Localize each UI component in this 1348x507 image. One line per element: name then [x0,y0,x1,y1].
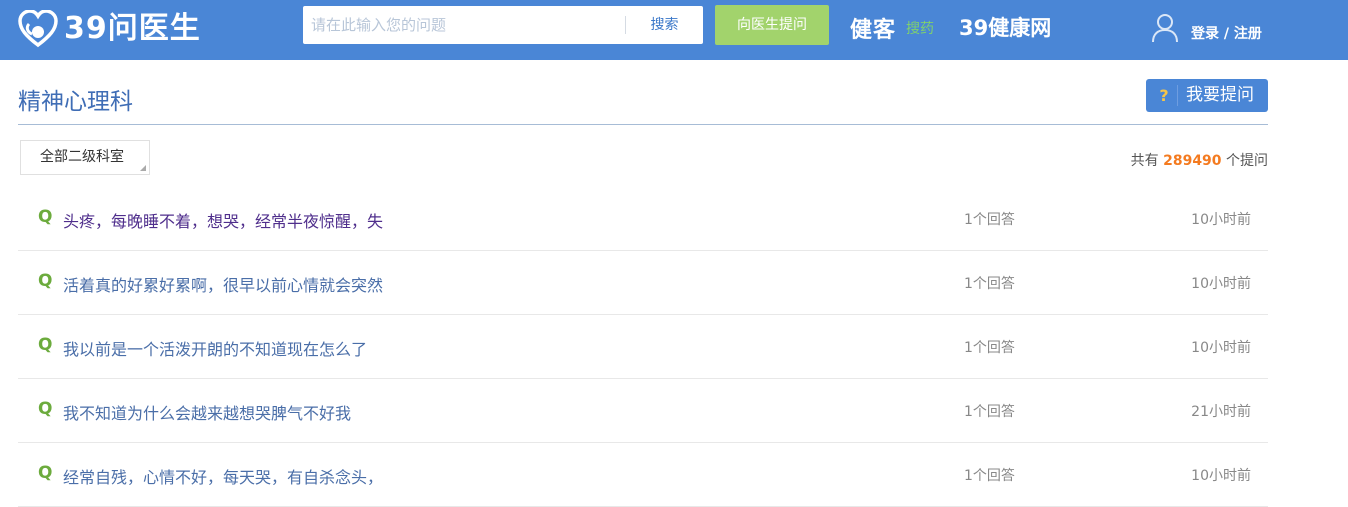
ask-question-button[interactable]: ? 我要提问 [1146,79,1268,112]
dropdown-corner-icon [140,165,146,171]
search-input[interactable] [303,6,625,44]
q-icon: Q [38,271,53,291]
answer-count: 1个回答 [964,212,1015,228]
page-title: 精神心理科 [18,89,133,115]
answer-count: 1个回答 [964,404,1015,420]
login-register-link[interactable]: 登录 / 注册 [1191,23,1262,43]
question-link[interactable]: 我以前是一个活泼开朗的不知道现在怎么了 [63,336,367,360]
question-row: Q 活着真的好累好累啊，很早以前心情就会突然 1个回答 10小时前 [18,251,1268,315]
ask-question-label: 我要提问 [1186,85,1254,105]
ask-doctor-button[interactable]: 向医生提问 [715,5,829,45]
q-icon: Q [38,207,53,227]
top-nav-bar: 39问医生 搜索 向医生提问 健客 搜药 39健康网 登录 / 注册 [0,0,1348,60]
question-link[interactable]: 头疼，每晚睡不着，想哭，经常半夜惊醒，失 [63,208,383,232]
title-divider [18,124,1268,125]
total-count: 289490 [1163,153,1222,169]
question-row: Q 我不知道为什么会越来越想哭脾气不好我 1个回答 21小时前 [18,379,1268,443]
search-button[interactable]: 搜索 [626,6,703,44]
question-time: 21小时前 [1191,404,1251,420]
jianke-link[interactable]: 健客 [850,12,896,44]
answer-count: 1个回答 [964,340,1015,356]
question-time: 10小时前 [1191,212,1251,228]
total-prefix: 共有 [1130,153,1159,169]
site-39-link[interactable]: 39健康网 [959,12,1051,42]
question-time: 10小时前 [1191,276,1251,292]
question-row: Q 头疼，每晚睡不着，想哭，经常半夜惊醒，失 1个回答 10小时前 [18,187,1268,251]
ask-button-divider [1177,85,1178,106]
question-list: Q 头疼，每晚睡不着，想哭，经常半夜惊醒，失 1个回答 10小时前 Q 活着真的… [18,187,1268,507]
question-link[interactable]: 经常自残，心情不好，每天哭，有自杀念头， [63,464,383,488]
subdepartment-dropdown-label: 全部二级科室 [40,149,124,165]
question-link[interactable]: 活着真的好累好累啊，很早以前心情就会突然 [63,272,383,296]
subdepartment-dropdown[interactable]: 全部二级科室 [20,140,150,175]
question-row: Q 我以前是一个活泼开朗的不知道现在怎么了 1个回答 10小时前 [18,315,1268,379]
question-link[interactable]: 我不知道为什么会越来越想哭脾气不好我 [63,400,351,424]
total-suffix: 个提问 [1226,153,1268,169]
q-icon: Q [38,463,53,483]
question-row: Q 经常自残，心情不好，每天哭，有自杀念头， 1个回答 10小时前 [18,443,1268,507]
user-icon[interactable] [1150,12,1180,44]
question-mark-icon: ? [1159,86,1169,105]
logo-text: 39问医生 [64,11,201,46]
answer-count: 1个回答 [964,276,1015,292]
jianke-souyao-label[interactable]: 搜药 [906,18,934,38]
answer-count: 1个回答 [964,468,1015,484]
q-icon: Q [38,335,53,355]
heart-logo-icon [18,10,58,48]
question-total: 共有 289490 个提问 [1131,150,1268,170]
search-box: 搜索 [303,6,703,44]
question-time: 10小时前 [1191,340,1251,356]
question-time: 10小时前 [1191,468,1251,484]
q-icon: Q [38,399,53,419]
site-logo[interactable]: 39问医生 [18,8,201,50]
